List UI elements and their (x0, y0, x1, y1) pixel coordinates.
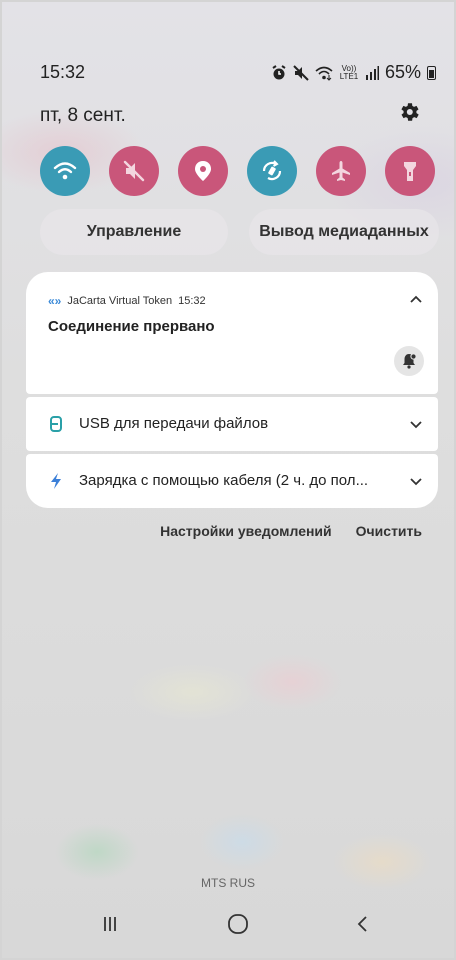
rotate-icon (262, 160, 282, 181)
flashlight-icon (404, 162, 416, 181)
notification-actions: Настройки уведомлений Очистить (160, 523, 422, 539)
notification-header: «» JaCarta Virtual Token 15:32 (48, 294, 206, 308)
status-icons: Vo)) LTE1 65% (271, 62, 436, 83)
auto-rotate-toggle[interactable] (247, 146, 297, 196)
back-icon (357, 916, 367, 932)
wifi-icon (53, 162, 77, 180)
notification-time: 15:32 (178, 295, 206, 307)
clock: 15:32 (40, 62, 86, 82)
carrier-label: MTS RUS (201, 876, 255, 890)
navigation-bar (2, 890, 454, 958)
notification-usb[interactable]: USB для передачи файлов (26, 397, 438, 451)
notification-charging[interactable]: Зарядка с помощью кабеля (2 ч. до пол... (26, 454, 438, 508)
location-toggle[interactable] (178, 146, 228, 196)
recents-button[interactable] (90, 904, 130, 944)
chevron-down-icon[interactable] (408, 416, 424, 432)
charging-notification-text: Зарядка с помощью кабеля (2 ч. до пол... (79, 472, 369, 489)
battery-icon (427, 65, 436, 80)
app-name: JaCarta Virtual Token (67, 295, 173, 307)
media-output-button[interactable]: Вывод медиаданных (249, 209, 439, 255)
airplane-toggle[interactable] (316, 146, 366, 196)
alarm-icon (272, 64, 286, 79)
recents-icon (104, 917, 116, 931)
mute-icon (293, 64, 309, 81)
chevron-up-icon[interactable] (408, 292, 424, 308)
notification-title: Соединение прервано (48, 318, 215, 335)
chevron-down-icon[interactable] (408, 473, 424, 489)
usb-icon (50, 416, 62, 432)
device-control-button[interactable]: Управление (40, 209, 228, 255)
status-bar: 15:32 Vo)) LTE1 65% (40, 62, 436, 86)
clear-all-button[interactable]: Очистить (356, 523, 422, 539)
notification-shade: 15:32 Vo)) LTE1 65% пт, 8 сент. Управлен… (0, 0, 456, 960)
gear-icon[interactable] (397, 100, 421, 124)
notification-settings-link[interactable]: Настройки уведомлений (160, 523, 332, 539)
bell-icon (403, 353, 417, 369)
notification-jacarta[interactable]: «» JaCarta Virtual Token 15:32 Соединени… (26, 272, 438, 394)
charging-bolt-icon (51, 473, 61, 489)
home-button[interactable] (218, 904, 258, 944)
mute-icon (123, 160, 145, 182)
home-icon (228, 914, 248, 934)
usb-notification-text: USB для передачи файлов (79, 415, 269, 432)
quick-toggles (40, 146, 435, 196)
jacarta-app-icon: «» (48, 294, 62, 308)
battery-percent: 65% (384, 62, 421, 82)
wifi-icon (315, 66, 333, 81)
flashlight-toggle[interactable] (385, 146, 435, 196)
date-label: пт, 8 сент. (40, 105, 126, 126)
snooze-bell-button[interactable] (394, 346, 424, 376)
signal-icon (365, 65, 379, 80)
location-icon (195, 161, 211, 181)
airplane-icon (332, 161, 350, 181)
volte-icon: Vo)) LTE1 (339, 63, 359, 81)
sound-toggle[interactable] (109, 146, 159, 196)
wifi-toggle[interactable] (40, 146, 90, 196)
back-button[interactable] (343, 904, 383, 944)
